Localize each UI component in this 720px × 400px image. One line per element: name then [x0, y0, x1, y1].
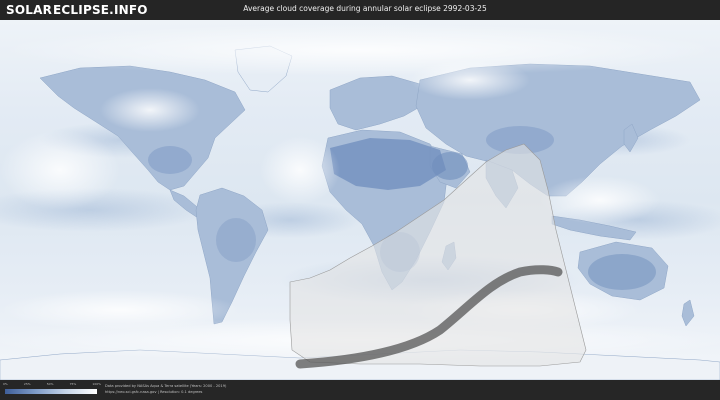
page: SOLAR ECLIPSE.INFO Average cloud coverag… [0, 0, 720, 400]
logo-text-eclipse-info: ECLIPSE.INFO [53, 3, 148, 17]
clear-sky-mexico [148, 146, 192, 174]
site-logo[interactable]: SOLAR ECLIPSE.INFO [6, 2, 148, 18]
cloud-coverage-legend-bar [5, 389, 97, 394]
footer-bar: 0% 25% 50% 75% 100% Data provided by NAS… [0, 380, 720, 400]
map-svg [0, 20, 720, 380]
legend-tick: 0% [3, 382, 8, 386]
legend-tick: 50% [46, 382, 54, 386]
legend-tick: 75% [69, 382, 77, 386]
clear-sky-brazil [216, 218, 256, 262]
cloud-coverage-map [0, 20, 720, 380]
data-credits: Data provided by NASAs Aqua & Terra sate… [105, 384, 226, 395]
credit-line-source: Data provided by NASAs Aqua & Terra sate… [105, 384, 227, 388]
logo-text-solar: SOLAR [6, 3, 53, 17]
legend-tick: 100% [92, 382, 101, 386]
header-bar: SOLAR ECLIPSE.INFO Average cloud coverag… [0, 0, 720, 20]
clear-sky-arabia [432, 152, 468, 180]
legend-tick: 25% [23, 382, 31, 386]
clear-sky-australia [588, 254, 656, 290]
credit-line-url[interactable]: https://neo.sci.gsfc.nasa.gov | Resoluti… [105, 390, 226, 396]
page-title: Average cloud coverage during annular so… [243, 4, 487, 13]
legend-ticks: 0% 25% 50% 75% 100% [3, 382, 101, 388]
